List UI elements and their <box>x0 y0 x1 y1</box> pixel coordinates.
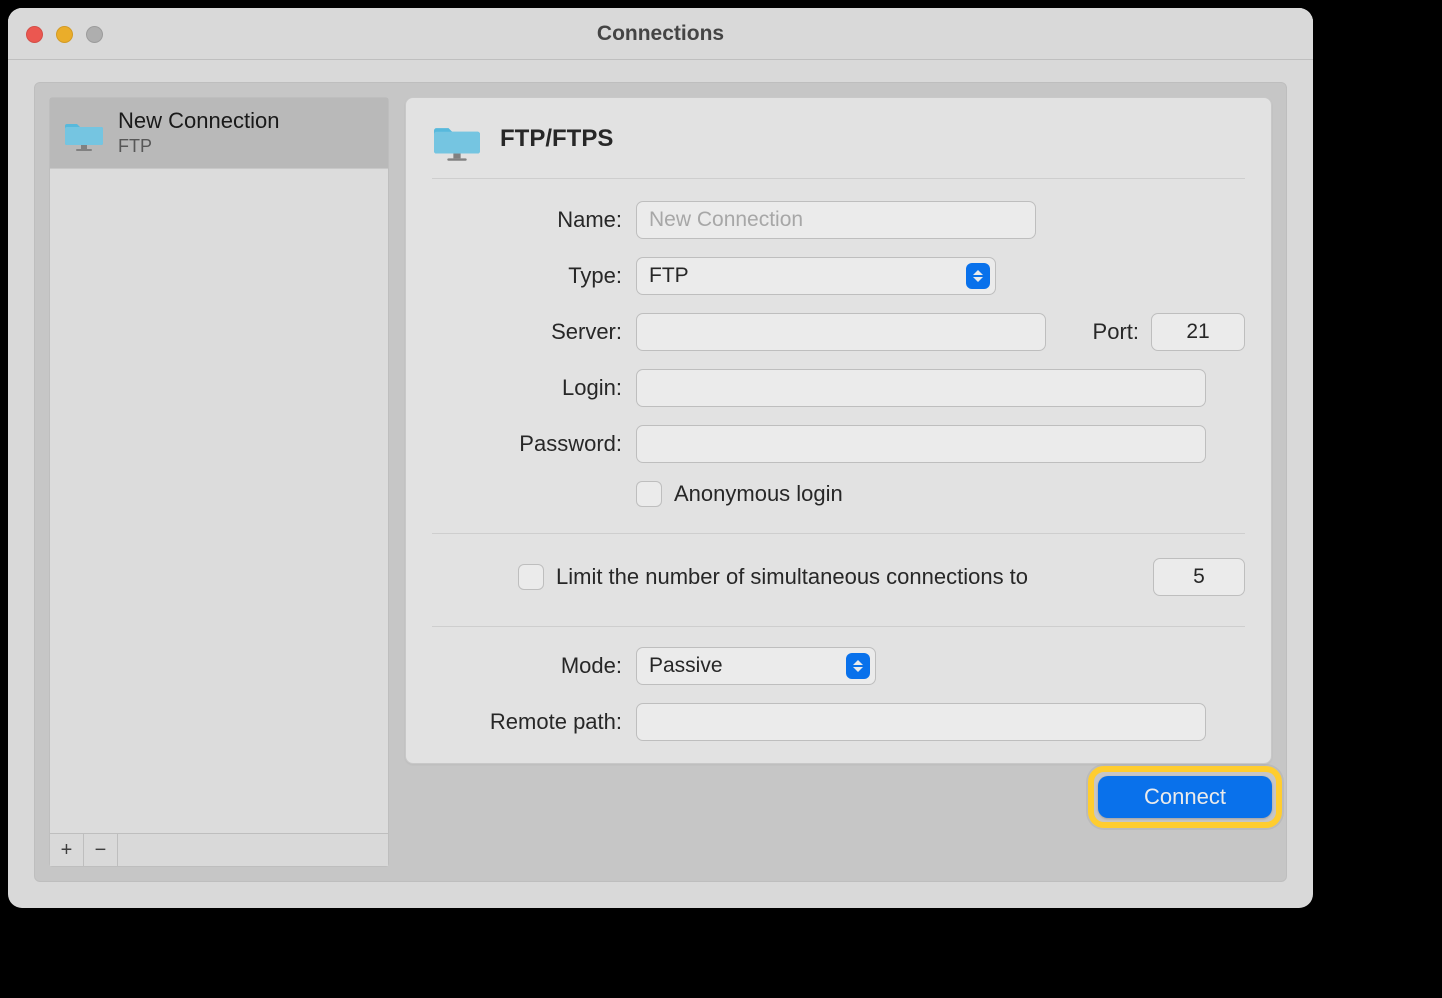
anonymous-label: Anonymous login <box>674 481 843 507</box>
card-header: FTP/FTPS <box>432 116 1245 179</box>
port-label: Port: <box>1093 319 1139 345</box>
password-input[interactable] <box>636 425 1206 463</box>
port-input[interactable] <box>1151 313 1245 351</box>
close-button[interactable] <box>26 26 43 43</box>
type-select-value: FTP <box>649 264 961 288</box>
remote-path-label: Remote path: <box>432 709 622 735</box>
remote-path-input[interactable] <box>636 703 1206 741</box>
login-label: Login: <box>432 375 622 401</box>
mode-select-value: Passive <box>649 654 841 678</box>
connection-item-subtitle: FTP <box>118 136 279 158</box>
connections-list: New Connection FTP <box>50 98 388 833</box>
chevron-updown-icon <box>966 263 990 289</box>
connection-item-text: New Connection FTP <box>118 108 279 158</box>
limit-connections-checkbox[interactable] <box>518 564 544 590</box>
minimize-button[interactable] <box>56 26 73 43</box>
chevron-updown-icon <box>846 653 870 679</box>
type-select[interactable]: FTP <box>636 257 996 295</box>
type-label: Type: <box>432 263 622 289</box>
window-body: New Connection FTP + − <box>34 82 1287 882</box>
network-folder-icon <box>432 116 482 162</box>
anonymous-checkbox[interactable] <box>636 481 662 507</box>
window-title: Connections <box>597 22 724 46</box>
card-title: FTP/FTPS <box>500 125 613 153</box>
traffic-lights <box>26 26 103 43</box>
connection-item[interactable]: New Connection FTP <box>50 98 388 169</box>
server-label: Server: <box>432 319 622 345</box>
limit-connections-label: Limit the number of simultaneous connect… <box>556 564 1028 590</box>
connection-card: FTP/FTPS Name: Type: FTP Server: <box>405 97 1272 764</box>
maximize-button[interactable] <box>86 26 103 43</box>
actions-row: Connect <box>405 776 1272 818</box>
mode-label: Mode: <box>432 653 622 679</box>
divider <box>432 533 1245 534</box>
name-label: Name: <box>432 207 622 233</box>
main-panel: FTP/FTPS Name: Type: FTP Server: <box>405 97 1272 867</box>
limit-connections-value <box>1153 558 1245 596</box>
connections-sidebar: New Connection FTP + − <box>49 97 389 867</box>
mode-select[interactable]: Passive <box>636 647 876 685</box>
add-connection-button[interactable]: + <box>50 834 84 866</box>
login-input[interactable] <box>636 369 1206 407</box>
connection-form: Name: Type: FTP Server: Port: <box>432 201 1245 741</box>
remove-connection-button[interactable]: − <box>84 834 118 866</box>
network-folder-icon <box>62 113 106 153</box>
sidebar-toolbar: + − <box>50 833 388 866</box>
name-input[interactable] <box>636 201 1036 239</box>
password-label: Password: <box>432 431 622 457</box>
divider <box>432 626 1245 627</box>
connection-item-title: New Connection <box>118 108 279 134</box>
server-input[interactable] <box>636 313 1046 351</box>
titlebar: Connections <box>8 8 1313 60</box>
connections-window: Connections New Connection <box>8 8 1313 908</box>
connect-button[interactable]: Connect <box>1098 776 1272 818</box>
